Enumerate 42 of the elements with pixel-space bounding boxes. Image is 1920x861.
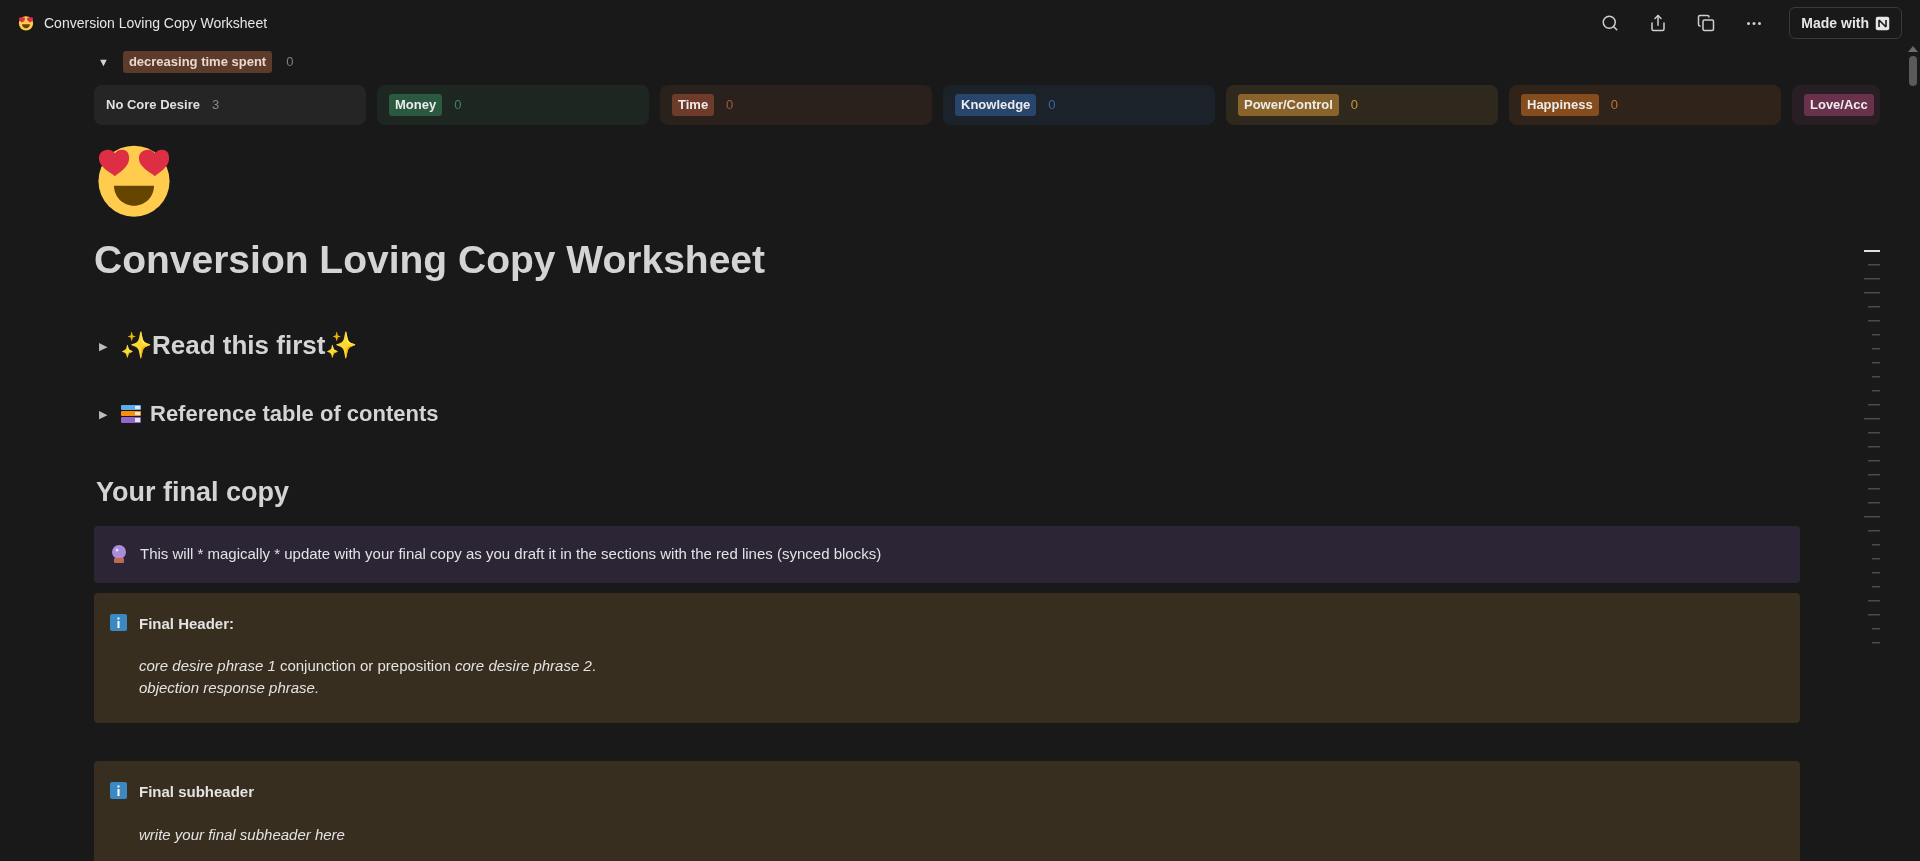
column-count: 0 (1610, 96, 1618, 115)
info-icon (110, 613, 127, 631)
share-icon (1649, 14, 1668, 32)
toggle-triangle[interactable]: ▶ (94, 337, 112, 355)
smiling-face-icon (18, 15, 34, 31)
group-count: 0 (286, 53, 294, 72)
scroll-up-arrow-icon[interactable] (1908, 46, 1918, 52)
books-icon (120, 402, 142, 425)
toggle-heading[interactable]: ✨Read this first✨ (120, 326, 358, 366)
section-heading: Your final copy (95, 475, 291, 509)
callout-line: write your final subheader here (139, 824, 345, 845)
callout-text: Final Header: (139, 613, 236, 634)
column-count: 0 (1350, 96, 1359, 115)
made-with-button[interactable]: Made with (1789, 7, 1902, 39)
scrollbar-thumb[interactable] (1909, 56, 1917, 86)
callout-text: Final subheader (139, 782, 256, 803)
column-tag: Love/Acc (1804, 94, 1874, 116)
callout-line: objection response phrase. (139, 678, 321, 699)
column-count: 3 (211, 96, 220, 115)
column-tag: Knowledge (955, 94, 1037, 116)
column-tag: Power/Control (1238, 94, 1339, 116)
column-count: 0 (454, 96, 462, 115)
more-icon (1747, 21, 1762, 25)
search-icon (1601, 14, 1620, 32)
copy-icon (1697, 14, 1716, 32)
info-icon (110, 782, 127, 800)
toggle-heading[interactable]: Reference table of contents (150, 397, 439, 431)
column-tag: Happiness (1521, 94, 1599, 116)
column-count: 0 (726, 96, 734, 115)
callout-line: core desire phrase 1 conjunction or preposition core desire phrase 2. (139, 656, 596, 677)
notion-logo-icon (1875, 15, 1890, 31)
toggle-triangle[interactable]: ▶ (94, 405, 112, 423)
column-title: No Core Desire (106, 96, 200, 115)
column-tag: Time (672, 94, 715, 116)
column-count: 0 (1048, 96, 1056, 115)
page-title: Conversion Loving Copy Worksheet (94, 237, 767, 283)
window-title: Conversion Loving Copy Worksheet (44, 13, 268, 33)
group-tag: decreasing time spent (122, 51, 273, 73)
callout-text: This will * magically * update with your final copy as you draft it in the sections with the red lines (synced blocks) (140, 544, 882, 565)
collapse-caret[interactable]: ▼ (94, 53, 113, 71)
crystal-ball-icon (110, 544, 128, 565)
column-tag: Money (389, 94, 443, 116)
